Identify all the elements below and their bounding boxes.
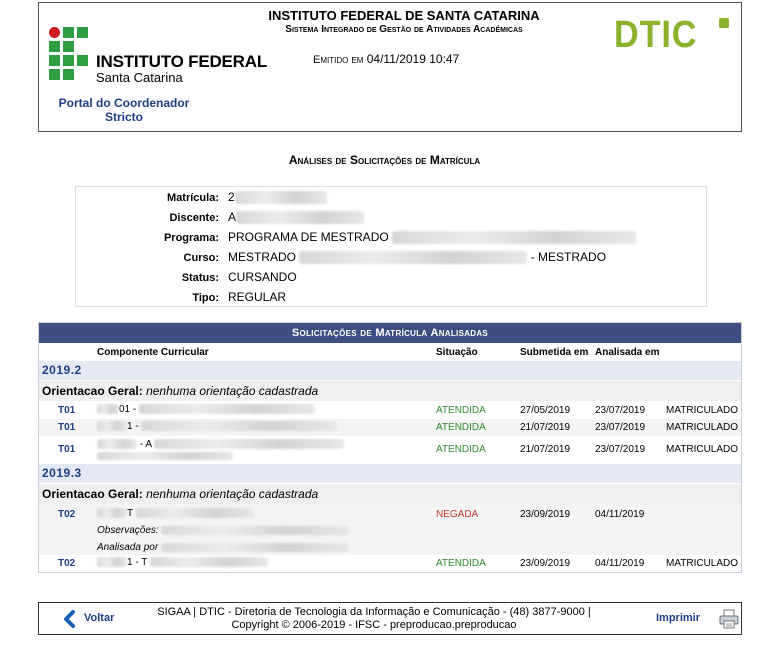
tipo-value: REGULAR <box>228 290 287 304</box>
table-row: T01 01 - ATENDIDA 27/05/2019 23/07/2019 … <box>39 402 741 419</box>
requests-table: Solicitações de Matrícula Analisadas Com… <box>38 322 742 573</box>
curso-label: Curso: <box>183 252 219 264</box>
period-header: 2019.2 <box>39 361 741 380</box>
submitted-date: 27/05/2019 <box>520 405 571 416</box>
info-row-programa: Programa: PROGRAMA DE MESTRADO <box>76 229 706 249</box>
printer-icon[interactable] <box>719 609 739 629</box>
orientation-label: Orientacao Geral: <box>42 384 143 398</box>
enrollment-status: MATRICULADO <box>666 422 739 433</box>
discente-value: A <box>228 210 237 224</box>
enrollment-status: MATRICULADO <box>666 405 739 416</box>
analyzed-date: 23/07/2019 <box>595 422 646 433</box>
enrollment-status: MATRICULADO <box>666 558 739 569</box>
issued-at-label: Emitido em <box>313 54 364 66</box>
institution-subtitle: Santa Catarina <box>96 70 183 85</box>
analyzed-date: 23/07/2019 <box>595 444 646 455</box>
info-row-discente: Discente: A <box>76 209 706 229</box>
curso-suffix: - MESTRADO <box>530 250 607 264</box>
system-title-line1: INSTITUTO FEDERAL DE SANTA CATARINA <box>268 8 540 23</box>
submitted-date: 23/09/2019 <box>520 558 571 569</box>
turma-code[interactable]: T01 <box>58 422 75 433</box>
table-row: T01 - A ATENDIDA 21/07/2019 23/07/2019 M… <box>39 436 741 464</box>
enrollment-status: MATRICULADO <box>666 444 739 455</box>
page-footer: Voltar SIGAA | DTIC - Diretoria de Tecno… <box>38 602 742 635</box>
back-arrow-icon[interactable] <box>61 610 77 628</box>
footer-line1: SIGAA | DTIC - Diretoria de Tecnologia d… <box>157 606 591 618</box>
system-title: INSTITUTO FEDERAL DE SANTA CATARINA Sist… <box>239 8 569 35</box>
status-situacao: ATENDIDA <box>436 444 486 455</box>
info-row-curso: Curso: MESTRADO - MESTRADO <box>76 249 706 269</box>
status-situacao: NEGADA <box>436 509 479 520</box>
discente-label: Discente: <box>169 212 219 224</box>
component-name: T <box>127 508 133 519</box>
print-link[interactable]: Imprimir <box>656 612 700 624</box>
matricula-label: Matrícula: <box>167 192 219 204</box>
period-header: 2019.3 <box>39 464 741 483</box>
submitted-date: 21/07/2019 <box>520 444 571 455</box>
orientation-value: nenhuma orientação cadastrada <box>146 384 319 398</box>
orientation-row: Orientacao Geral: nenhuma orientação cad… <box>39 381 741 401</box>
table-row: T02 T Observações: Analisada por NEGADA … <box>39 504 741 555</box>
col-header-submetida: Submetida em <box>520 347 589 358</box>
turma-code[interactable]: T02 <box>58 509 75 520</box>
tipo-label: Tipo: <box>192 292 219 304</box>
portal-link[interactable]: Portal do Coordenador Stricto <box>49 96 199 124</box>
submitted-date: 23/09/2019 <box>520 509 571 520</box>
page-header: INSTITUTO FEDERAL Santa Catarina Portal … <box>38 2 742 132</box>
back-link[interactable]: Voltar <box>84 612 114 624</box>
student-info: Matrícula: 2 Discente: A Programa: PROGR… <box>75 186 707 307</box>
curso-value: MESTRADO <box>228 250 297 264</box>
table-row: T01 1 - ATENDIDA 21/07/2019 23/07/2019 M… <box>39 419 741 436</box>
component-name: - A <box>139 439 152 450</box>
portal-line1: Portal do Coordenador <box>58 96 190 110</box>
table-caption: Solicitações de Matrícula Analisadas <box>39 323 741 343</box>
dtic-logo-icon: DTIC <box>614 14 729 56</box>
component-name: 01 - <box>119 404 137 415</box>
turma-code[interactable]: T01 <box>58 444 75 455</box>
col-header-analisada: Analisada em <box>595 347 660 358</box>
info-row-tipo: Tipo: REGULAR <box>76 289 706 309</box>
turma-code[interactable]: T02 <box>58 558 75 569</box>
dtic-logo-text: DTIC <box>614 14 698 56</box>
info-row-matricula: Matrícula: 2 <box>76 189 706 209</box>
col-header-componente: Componente Curricular <box>97 347 209 358</box>
programa-value: PROGRAMA DE MESTRADO <box>228 230 389 244</box>
portal-line2: Stricto <box>104 110 143 124</box>
orientation-value: nenhuma orientação cadastrada <box>146 487 319 501</box>
status-situacao: ATENDIDA <box>436 558 486 569</box>
turma-code[interactable]: T01 <box>58 405 75 416</box>
analyzed-date: 04/11/2019 <box>595 558 645 569</box>
status-situacao: ATENDIDA <box>436 422 486 433</box>
submitted-date: 21/07/2019 <box>520 422 571 433</box>
component-name: 1 - T <box>127 557 148 568</box>
info-row-status: Status: CURSANDO <box>76 269 706 289</box>
issued-at-value: 04/11/2019 10:47 <box>366 52 460 66</box>
programa-label: Programa: <box>163 232 219 244</box>
component-name: 1 - <box>127 421 139 432</box>
status-label: Status: <box>181 272 219 284</box>
ifsc-logo-icon <box>49 27 89 81</box>
analyzed-by-label: Analisada por <box>97 542 159 553</box>
matricula-value: 2 <box>228 190 235 204</box>
footer-credits: SIGAA | DTIC - Diretoria de Tecnologia d… <box>139 606 609 632</box>
footer-line2: Copyright © 2006-2019 - IFSC - preproduc… <box>231 619 517 631</box>
col-header-situacao: Situação <box>436 347 478 358</box>
observations-label: Observações: <box>97 525 159 536</box>
table-row: T02 1 - T ATENDIDA 23/09/2019 04/11/2019… <box>39 555 741 572</box>
analyzed-date: 04/11/2019 <box>595 509 645 520</box>
status-situacao: ATENDIDA <box>436 405 486 416</box>
orientation-row: Orientacao Geral: nenhuma orientação cad… <box>39 484 741 504</box>
system-title-line2: Sistema Integrado de Gestão de Atividade… <box>285 24 523 35</box>
orientation-label: Orientacao Geral: <box>42 487 143 501</box>
status-value: CURSANDO <box>228 270 297 284</box>
analyzed-date: 23/07/2019 <box>595 405 646 416</box>
page-title: Análises de Solicitações de Matrícula <box>288 153 481 167</box>
issued-at: Emitido em 04/11/2019 10:47 <box>313 52 459 66</box>
institution-title: INSTITUTO FEDERAL <box>96 52 268 71</box>
